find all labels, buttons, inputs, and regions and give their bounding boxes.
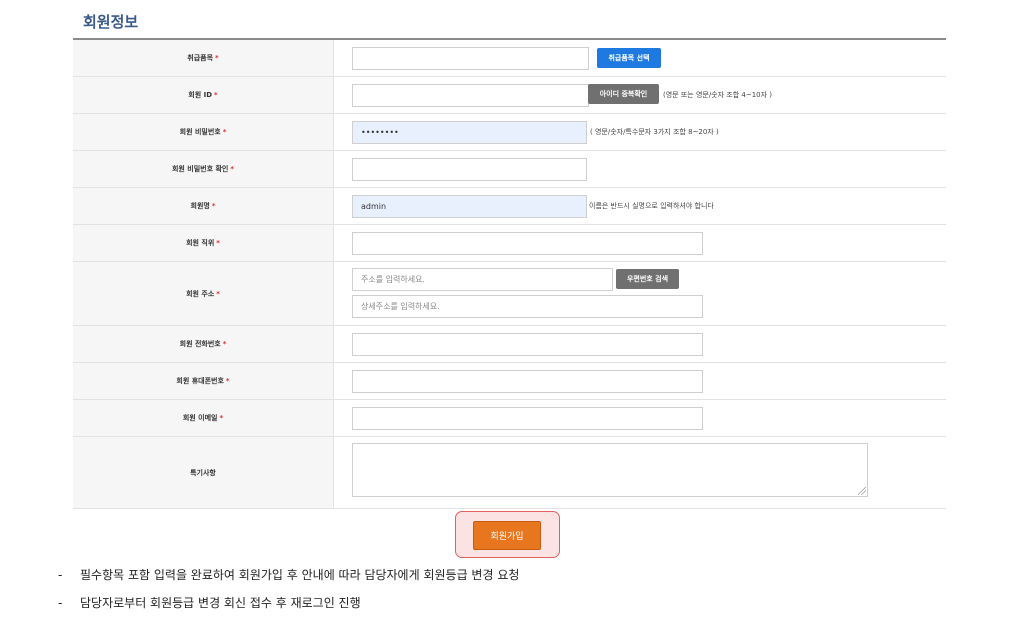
category-select-button[interactable]: 취급품목 선택 [597, 48, 661, 68]
note-dash: - [58, 596, 63, 610]
row-phone: 회원 전화번호 * [73, 326, 946, 363]
address-label-cell: 회원 주소 * [73, 262, 334, 325]
category-label-cell: 취급품목 * [73, 40, 334, 76]
password-confirm-label-cell: 회원 비밀번호 확인 * [73, 151, 334, 187]
required-mark: * [230, 165, 235, 173]
row-email: 회원 이메일 * [73, 400, 946, 437]
signup-button[interactable]: 회원가입 [473, 521, 541, 550]
mobile-label: 회원 휴대폰번호 [176, 377, 224, 385]
note-dash: - [58, 568, 63, 582]
notes-label: 특기사항 [190, 468, 216, 477]
position-input[interactable] [352, 232, 703, 255]
password-confirm-input[interactable] [352, 158, 587, 181]
category-value-cell: 취급품목 선택 [334, 40, 946, 76]
address-detail-input[interactable]: 상세주소를 입력하세요. [352, 295, 703, 318]
category-label: 취급품목 [187, 54, 214, 62]
row-position: 회원 직위 * [73, 225, 946, 262]
required-mark: * [222, 340, 227, 348]
row-password-confirm: 회원 비밀번호 확인 * [73, 151, 946, 188]
email-value-cell [334, 400, 946, 436]
row-address: 회원 주소 * 주소를 입력하세요. 우편번호 검색 상세주소를 입력하세요. [73, 262, 946, 326]
note-item: - 필수항목 포함 입력을 완료하여 회원가입 후 안내에 따라 담당자에게 회원… [58, 566, 519, 583]
name-input[interactable]: admin [352, 195, 587, 218]
required-mark: * [211, 202, 216, 210]
required-mark: * [222, 128, 227, 136]
name-label: 회원명 [190, 202, 210, 210]
row-name: 회원명 * admin 이름은 반드시 실명으로 입력하셔야 합니다 [73, 188, 946, 225]
password-confirm-value-cell [334, 151, 946, 187]
password-value-cell: •••••••• ( 영문/숫자/특수문자 3가지 조합 8~20자 ) [334, 114, 946, 150]
member-id-label-cell: 회원 ID * [73, 77, 334, 113]
phone-input[interactable] [352, 333, 703, 356]
phone-label: 회원 전화번호 [179, 340, 221, 348]
note-item: - 담당자로부터 회원등급 변경 회신 접수 후 재로그인 진행 [58, 594, 361, 611]
note-text: 담당자로부터 회원등급 변경 회신 접수 후 재로그인 진행 [80, 596, 361, 610]
mobile-label-cell: 회원 휴대폰번호 * [73, 363, 334, 399]
required-mark: * [219, 414, 224, 422]
name-value-cell: admin 이름은 반드시 실명으로 입력하셔야 합니다 [334, 188, 946, 224]
required-mark: * [215, 54, 219, 62]
required-mark: * [216, 289, 220, 298]
row-member-id: 회원 ID * 아이디 중복확인 (영문 또는 영문/숫자 조합 4~10자 ) [73, 77, 946, 114]
note-text: 필수항목 포함 입력을 완료하여 회원가입 후 안내에 따라 담당자에게 회원등… [80, 568, 520, 582]
member-id-label: 회원 ID [188, 91, 213, 99]
row-password: 회원 비밀번호 * •••••••• ( 영문/숫자/특수문자 3가지 조합 8~… [73, 114, 946, 151]
member-id-hint: (영문 또는 영문/숫자 조합 4~10자 ) [663, 91, 773, 99]
row-notes: 특기사항 [73, 437, 946, 509]
category-input[interactable] [352, 47, 589, 70]
password-confirm-label: 회원 비밀번호 확인 [171, 165, 229, 173]
address-label: 회원 주소 [186, 289, 215, 298]
phone-value-cell [334, 326, 946, 362]
member-id-value-cell: 아이디 중복확인 (영문 또는 영문/숫자 조합 4~10자 ) [334, 77, 946, 113]
resize-handle-icon[interactable] [858, 487, 866, 495]
password-input[interactable]: •••••••• [352, 121, 587, 144]
password-label-cell: 회원 비밀번호 * [73, 114, 334, 150]
zipcode-search-button[interactable]: 우편번호 검색 [616, 269, 679, 289]
notes-label-cell: 특기사항 [73, 437, 334, 508]
address-value-cell: 주소를 입력하세요. 우편번호 검색 상세주소를 입력하세요. [334, 262, 946, 325]
name-hint: 이름은 반드시 실명으로 입력하셔야 합니다 [589, 202, 714, 210]
notes-textarea[interactable] [352, 443, 868, 497]
email-label-cell: 회원 이메일 * [73, 400, 334, 436]
email-label: 회원 이메일 [182, 414, 218, 422]
mobile-value-cell [334, 363, 946, 399]
id-duplicate-check-button[interactable]: 아이디 중복확인 [588, 84, 659, 104]
row-mobile: 회원 휴대폰번호 * [73, 363, 946, 400]
member-id-input[interactable] [352, 84, 589, 107]
member-info-form: 취급품목 * 취급품목 선택 회원 ID * 아이디 중복확인 (영문 또는 영문/… [73, 38, 946, 509]
position-label: 회원 직위 [186, 239, 215, 247]
mobile-input[interactable] [352, 370, 703, 393]
password-label: 회원 비밀번호 [179, 128, 221, 136]
required-mark: * [214, 91, 218, 99]
required-mark: * [216, 239, 220, 247]
notes-value-cell [334, 437, 946, 508]
email-input[interactable] [352, 407, 703, 430]
section-title: 회원정보 [83, 13, 139, 31]
position-value-cell [334, 225, 946, 261]
row-category: 취급품목 * 취급품목 선택 [73, 40, 946, 77]
name-label-cell: 회원명 * [73, 188, 334, 224]
required-mark: * [225, 377, 230, 385]
position-label-cell: 회원 직위 * [73, 225, 334, 261]
address-input[interactable]: 주소를 입력하세요. [352, 268, 613, 291]
phone-label-cell: 회원 전화번호 * [73, 326, 334, 362]
password-hint: ( 영문/숫자/특수문자 3가지 조합 8~20자 ) [590, 128, 719, 136]
